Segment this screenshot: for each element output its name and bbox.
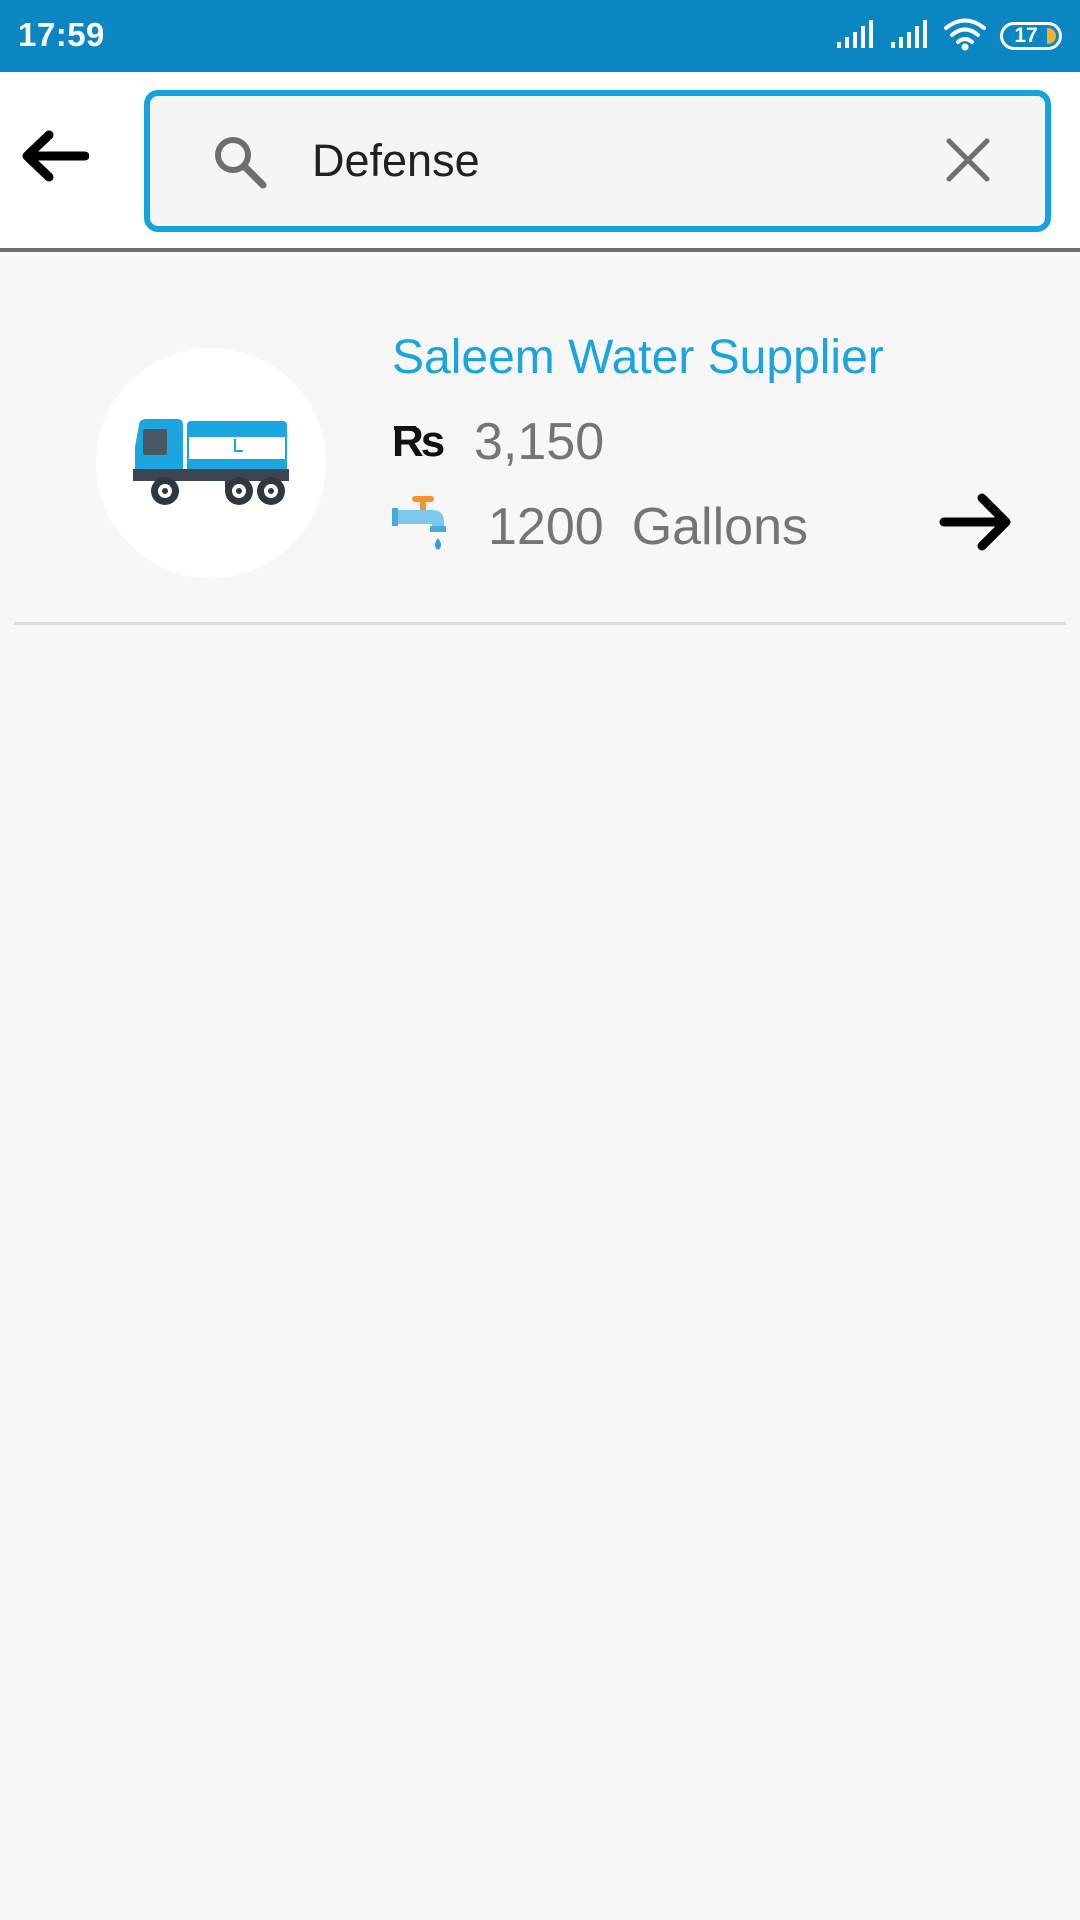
search-box <box>144 90 1051 232</box>
list-divider <box>14 622 1066 625</box>
signal-icon <box>836 19 876 53</box>
clear-search-button[interactable] <box>938 132 998 192</box>
search-icon <box>212 134 268 190</box>
forward-arrow-icon <box>938 491 1014 558</box>
supplier-avatar <box>96 348 326 578</box>
price-value: 3,150 <box>474 413 605 471</box>
back-arrow-icon <box>19 130 89 187</box>
open-supplier-button[interactable] <box>938 489 1014 559</box>
volume-row: 1200 Gallons <box>392 492 808 562</box>
water-truck-icon <box>129 411 293 516</box>
close-icon <box>945 137 991 188</box>
wifi-icon <box>944 17 986 56</box>
battery-level: 17 <box>1014 24 1038 47</box>
supplier-name: Saleem Water Supplier <box>392 331 884 384</box>
volume-unit: Gallons <box>631 498 808 556</box>
battery-icon: 17 <box>1000 22 1062 50</box>
search-toolbar <box>0 72 1080 252</box>
status-time: 17:59 <box>18 16 105 53</box>
list-item[interactable]: Saleem Water Supplier Rs 3,150 1200 Gall… <box>0 252 1080 625</box>
battery-level-fill <box>1047 28 1056 44</box>
back-button[interactable] <box>17 123 90 194</box>
currency-symbol: Rs <box>392 417 445 466</box>
status-bar: 17:59 17 <box>0 0 1080 72</box>
rupee-icon-bar <box>394 426 416 430</box>
search-input[interactable] <box>312 114 872 208</box>
water-tap-icon <box>392 494 450 561</box>
volume-value: 1200 <box>488 498 604 556</box>
rupee-icon: Rs <box>392 417 448 467</box>
signal-icon <box>890 19 930 53</box>
status-icons: 17 <box>836 18 1062 54</box>
price-row: Rs 3,150 <box>392 410 604 474</box>
